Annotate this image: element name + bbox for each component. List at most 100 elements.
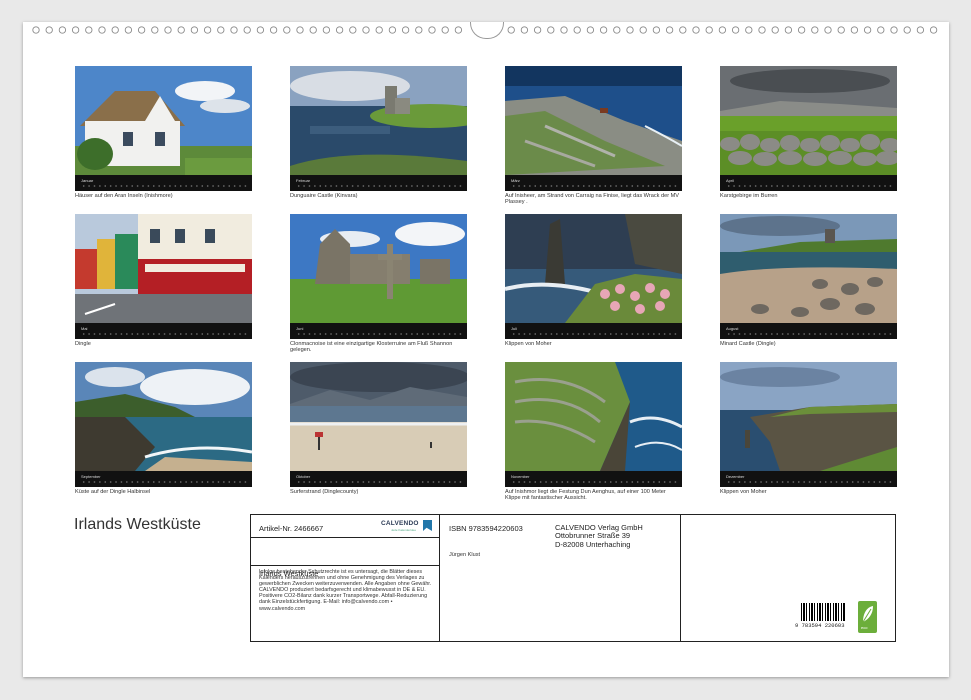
calendar-strip: Juni	[290, 323, 467, 339]
binding-ring	[771, 26, 779, 34]
binding-ring	[203, 26, 212, 34]
binding-ring	[692, 26, 700, 34]
binding-ring	[837, 26, 845, 34]
binding-ring	[665, 26, 674, 34]
photo-caption: Auf Inisheer, am Strand von Carraig na F…	[505, 193, 680, 206]
photo-oktober	[290, 362, 467, 471]
binding-ring	[863, 26, 872, 34]
photo-caption: Klippen von Moher	[505, 341, 552, 347]
calvendo-flag-icon	[423, 520, 432, 531]
photo-mai	[75, 214, 252, 323]
binding-ring	[362, 26, 370, 34]
month-label: Mai	[81, 326, 88, 331]
binding-ring	[599, 26, 608, 34]
eco-label: eco	[861, 625, 868, 630]
binding-ring	[903, 26, 911, 34]
binding-ring	[745, 26, 753, 34]
binding-ring	[71, 26, 80, 34]
binding-ring	[784, 26, 793, 34]
binding-ring	[454, 26, 463, 34]
binding-ring	[428, 26, 436, 34]
binding-ring	[388, 26, 397, 34]
month-tile-juni: Juni Clonmacnoise ist eine einzigartige …	[290, 214, 467, 354]
month-tile-september: September Küste auf der Dingle Halbinsel	[75, 362, 252, 495]
binding-ring	[547, 26, 555, 34]
publisher-city: D-82008 Unterhaching	[555, 539, 631, 549]
photo-caption: Klippen von Moher	[720, 489, 767, 495]
binding-ring	[151, 26, 159, 34]
calendar-strip: Dezember	[720, 471, 897, 487]
calendar-strip: Juli	[505, 323, 682, 339]
binding-ring	[573, 26, 581, 34]
month-tile-april: April Karstgebirge im Burren	[720, 66, 897, 199]
binding-ring	[916, 26, 925, 34]
binding-ring	[58, 26, 67, 34]
info-column-middle: ISBN 9783594220603 Jürgen Klust CALVENDO…	[440, 515, 681, 641]
binding-ring	[283, 26, 291, 34]
barcode: 9 783594 220603	[795, 603, 845, 629]
binding-ring	[533, 26, 542, 34]
photo-juli	[505, 214, 682, 323]
photo-caption: Auf Inishmor liegt die Festung Dun Aengh…	[505, 489, 666, 502]
calendar-back-page: Januar Häuser auf den Aran Inseln (Inish…	[23, 22, 949, 677]
binding-ring	[850, 26, 859, 34]
photo-caption: Minard Castle (Dingle)	[720, 341, 776, 347]
legal-text: Infolge bestehender Schutzrechte ist es …	[259, 569, 432, 612]
photo-april	[720, 66, 897, 175]
calvendo-tagline: Jede Kalenderidee	[391, 528, 417, 532]
month-label: September	[81, 474, 101, 479]
barcode-number: 9 783594 220603	[795, 622, 845, 629]
binding-ring	[111, 26, 119, 34]
binding-ring	[269, 26, 278, 34]
month-tile-mai: Mai Dingle	[75, 214, 252, 347]
article-row: Artikel-Nr. 2466667 CALVENDO Jede Kalend…	[251, 515, 439, 538]
binding-ring	[85, 26, 93, 34]
binding-ring	[322, 26, 331, 34]
calendar-strip: August	[720, 323, 897, 339]
binding-ring	[441, 26, 449, 34]
binding-ring	[626, 26, 634, 34]
month-label: März	[511, 178, 520, 183]
info-box: Artikel-Nr. 2466667 CALVENDO Jede Kalend…	[250, 514, 896, 642]
binding-ring	[679, 26, 687, 34]
photo-caption: Karstgebirge im Burren	[720, 193, 778, 199]
binding-ring	[731, 26, 740, 34]
binding-ring	[560, 26, 568, 34]
info-column-left: Artikel-Nr. 2466667 CALVENDO Jede Kalend…	[251, 515, 440, 641]
binding-ring	[164, 26, 172, 34]
calvendo-logo: CALVENDO	[381, 520, 419, 527]
binding-ring	[335, 26, 344, 34]
binding-ring	[296, 26, 304, 34]
binding-ring	[98, 26, 106, 34]
binding-ring	[929, 26, 938, 34]
binding-ring	[45, 26, 53, 34]
month-tile-dezember: Dezember Klippen von Moher	[720, 362, 897, 495]
binding-ring	[349, 26, 357, 34]
isbn: ISBN 9783594220603	[449, 524, 523, 533]
photo-caption: Dingle	[75, 341, 91, 347]
photo-august	[720, 214, 897, 323]
month-label: August	[726, 326, 739, 331]
binding-ring	[190, 26, 199, 34]
photo-caption: Dunguaire Castle (Kinvara)	[290, 193, 358, 199]
binding-ring	[824, 26, 832, 34]
binding-ring	[124, 26, 133, 34]
binding-ring	[758, 26, 766, 34]
barcode-bars	[801, 603, 845, 621]
binding-ring	[811, 26, 819, 34]
binding-ring	[586, 26, 595, 34]
month-tile-juli: Juli Klippen von Moher	[505, 214, 682, 347]
binding-ring	[137, 26, 146, 34]
photo-caption: Surferstrand (Dinglecounty)	[290, 489, 359, 495]
publisher-address: CALVENDO Verlag GmbH Ottobrunner Straße …	[555, 523, 643, 549]
binding-ring	[877, 26, 885, 34]
month-tile-oktober: Oktober Surferstrand (Dinglecounty)	[290, 362, 467, 495]
binding-ring	[309, 26, 317, 34]
calendar-title: Irlands Westküste	[74, 516, 201, 533]
photo-juni	[290, 214, 467, 323]
author: Jürgen Klust	[449, 552, 481, 558]
photo-caption: Häuser auf den Aran Inseln (Inishmore)	[75, 193, 173, 199]
binding-ring	[217, 26, 225, 34]
month-label: Juli	[511, 326, 518, 331]
binding-ring	[256, 26, 265, 34]
